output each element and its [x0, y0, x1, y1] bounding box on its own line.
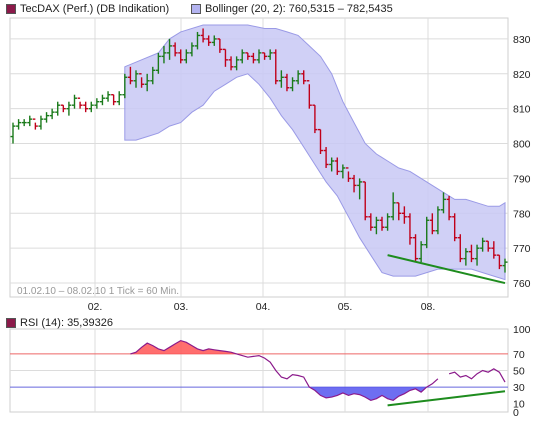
- price-y-tick-label: 830: [513, 34, 531, 46]
- chart-canvas: 760 770 780 790 800 810 820 830 01.02.10 – 08.0…: [9, 17, 531, 419]
- price-y-tick-label: 780: [513, 208, 531, 220]
- x-tick-label: 04.: [256, 301, 271, 313]
- price-y-tick-label: 790: [513, 173, 531, 185]
- x-tick-label: 05.: [338, 301, 353, 313]
- price-y-tick-label: 770: [513, 243, 531, 255]
- x-tick-label: 02.: [88, 301, 103, 313]
- price-y-tick-label: 820: [513, 69, 531, 81]
- price-y-tick-label: 760: [513, 278, 531, 290]
- price-y-tick-label: 800: [513, 139, 531, 151]
- rsi-y-tick-label: 10: [513, 399, 525, 411]
- rsi-y-tick-label: 50: [513, 366, 525, 378]
- chart-info: 01.02.10 – 08.02.10 1 Tick = 60 Min.: [17, 286, 179, 297]
- rsi-y-tick-label: 30: [513, 382, 525, 394]
- rsi-y-tick-label: 100: [513, 324, 531, 336]
- x-tick-label: 03.: [174, 301, 189, 313]
- price-y-tick-label: 810: [513, 104, 531, 116]
- x-tick-label: 08.: [421, 301, 436, 313]
- rsi-y-tick-label: 70: [513, 349, 525, 361]
